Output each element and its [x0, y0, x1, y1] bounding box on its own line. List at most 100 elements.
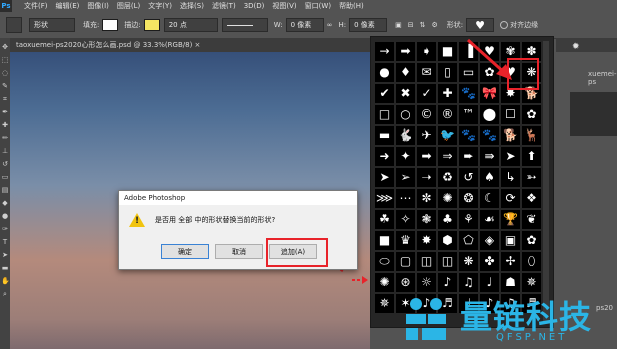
- shape-cell[interactable]: ●: [375, 63, 394, 82]
- shape-cell[interactable]: ✤: [480, 252, 499, 271]
- shape-cell[interactable]: ✢: [501, 252, 520, 271]
- shape-cell[interactable]: ⬤: [480, 105, 499, 124]
- shape-cell[interactable]: ➜: [375, 147, 394, 166]
- healing-icon[interactable]: ✚: [1, 121, 9, 129]
- shape-cell[interactable]: ❃: [417, 210, 436, 229]
- shape-cell[interactable]: 🐾: [480, 126, 499, 145]
- shape-cell[interactable]: ♻: [438, 168, 457, 187]
- shape-cell[interactable]: ⬆: [522, 147, 541, 166]
- shape-cell[interactable]: ↳: [501, 168, 520, 187]
- shape-cell[interactable]: ⟳: [501, 189, 520, 208]
- shape-cell[interactable]: ✺: [438, 189, 457, 208]
- shape-cell[interactable]: 🎀: [480, 84, 499, 103]
- shape-cell[interactable]: ❖: [522, 189, 541, 208]
- fill-swatch[interactable]: [102, 19, 119, 31]
- shape-cell[interactable]: 🐾: [459, 126, 478, 145]
- align-edges-checkbox[interactable]: [500, 21, 509, 29]
- shape-cell[interactable]: ✧: [396, 210, 415, 229]
- shape-cell[interactable]: ◫: [438, 252, 457, 271]
- shape-cell[interactable]: ◈: [480, 231, 499, 250]
- menu-edit[interactable]: 编辑(E): [52, 1, 84, 11]
- picker-gear-icon[interactable]: ✹: [572, 42, 582, 52]
- shape-cell[interactable]: ☙: [480, 210, 499, 229]
- quick-select-icon[interactable]: ✎: [1, 82, 9, 90]
- width-field[interactable]: 0 像素: [285, 18, 324, 32]
- shape-cell[interactable]: ♣: [438, 210, 457, 229]
- shape-cell[interactable]: ✼: [417, 189, 436, 208]
- shape-cell[interactable]: ☘: [375, 210, 394, 229]
- shape-cell[interactable]: ✵: [375, 294, 394, 313]
- shape-cell[interactable]: ◫: [417, 252, 436, 271]
- shape-cell[interactable]: ✺: [375, 273, 394, 292]
- shape-cell[interactable]: →: [375, 42, 394, 61]
- shape-cell[interactable]: ➝: [417, 168, 436, 187]
- shape-cell[interactable]: ⇒: [438, 147, 457, 166]
- shape-cell[interactable]: ⋯: [396, 189, 415, 208]
- hand-tool-icon[interactable]: ✋: [1, 277, 10, 285]
- ok-button[interactable]: 确定: [161, 244, 209, 259]
- shape-cell[interactable]: ✈: [417, 126, 436, 145]
- shape-cell[interactable]: ✿: [522, 231, 541, 250]
- document-tab[interactable]: taoxuemei-ps2020心形怎么画.psd @ 33.3%(RGB/8)…: [10, 40, 200, 50]
- shape-cell[interactable]: ▬: [375, 126, 394, 145]
- shape-cell[interactable]: ⬠: [459, 231, 478, 250]
- shape-cell[interactable]: 🏆: [501, 210, 520, 229]
- shape-cell[interactable]: ♛: [396, 231, 415, 250]
- path-align-icon[interactable]: ⊟: [408, 21, 414, 29]
- menu-type[interactable]: 文字(Y): [144, 1, 176, 11]
- path-ops-icon[interactable]: ▣: [395, 21, 402, 29]
- menu-help[interactable]: 帮助(H): [335, 1, 368, 11]
- shape-cell[interactable]: ▣: [501, 231, 520, 250]
- shape-cell[interactable]: ❦: [522, 210, 541, 229]
- menu-file[interactable]: 文件(F): [20, 1, 52, 11]
- shape-cell[interactable]: ❋: [459, 252, 478, 271]
- shape-cell[interactable]: ➳: [522, 168, 541, 187]
- gradient-icon[interactable]: ▤: [1, 186, 9, 194]
- menu-filter[interactable]: 滤镜(T): [208, 1, 240, 11]
- shape-cell[interactable]: 🐦: [438, 126, 457, 145]
- shape-cell[interactable]: ✖: [396, 84, 415, 103]
- shape-cell[interactable]: ➡: [417, 147, 436, 166]
- menu-select[interactable]: 选择(S): [176, 1, 208, 11]
- pen-tool-icon[interactable]: ✑: [1, 225, 9, 233]
- shape-cell[interactable]: ■: [375, 231, 394, 250]
- zoom-tool-icon[interactable]: ⌕: [1, 290, 9, 298]
- shape-tool-icon[interactable]: ▬: [1, 264, 9, 272]
- shape-cell[interactable]: ■: [438, 42, 457, 61]
- shape-cell[interactable]: ⬯: [522, 252, 541, 271]
- stroke-size-field[interactable]: 20 点: [163, 18, 218, 32]
- path-select-icon[interactable]: ➤: [1, 251, 9, 259]
- menu-window[interactable]: 窗口(W): [301, 1, 335, 11]
- tool-preset-icon[interactable]: [6, 17, 22, 33]
- shape-cell[interactable]: ➨: [459, 147, 478, 166]
- shape-cell[interactable]: 🐕: [501, 126, 520, 145]
- shape-cell[interactable]: 🐇: [396, 126, 415, 145]
- shape-cell[interactable]: ☾: [480, 189, 499, 208]
- menu-image[interactable]: 图像(I): [83, 1, 113, 11]
- shape-cell[interactable]: ➤: [375, 168, 394, 187]
- height-field[interactable]: 0 像素: [349, 18, 388, 32]
- shape-cell[interactable]: ✉: [417, 63, 436, 82]
- stroke-swatch[interactable]: [143, 19, 160, 31]
- menu-3d[interactable]: 3D(D): [240, 2, 269, 10]
- shape-cell[interactable]: ➤: [501, 147, 520, 166]
- shape-cell[interactable]: ✚: [438, 84, 457, 103]
- shape-cell[interactable]: ➢: [396, 168, 415, 187]
- menu-view[interactable]: 视图(V): [268, 1, 300, 11]
- type-tool-icon[interactable]: T: [1, 238, 9, 246]
- shape-cell[interactable]: ▯: [438, 63, 457, 82]
- stroke-type-select[interactable]: [221, 18, 268, 32]
- shape-cell[interactable]: □: [375, 105, 394, 124]
- settings-icon[interactable]: ⚙: [431, 21, 437, 29]
- shape-cell[interactable]: ☐: [501, 105, 520, 124]
- shape-cell[interactable]: ⬢: [438, 231, 457, 250]
- shape-cell[interactable]: ✦: [396, 147, 415, 166]
- shape-cell[interactable]: ♦: [396, 63, 415, 82]
- shape-cell[interactable]: ▢: [396, 252, 415, 271]
- stamp-tool-icon[interactable]: ⊥: [1, 147, 9, 155]
- lasso-tool-icon[interactable]: ◌: [1, 69, 9, 77]
- shape-cell[interactable]: ⇛: [480, 147, 499, 166]
- shape-cell[interactable]: ➧: [417, 42, 436, 61]
- menu-layer[interactable]: 图层(L): [113, 1, 144, 11]
- eraser-icon[interactable]: ▭: [1, 173, 9, 181]
